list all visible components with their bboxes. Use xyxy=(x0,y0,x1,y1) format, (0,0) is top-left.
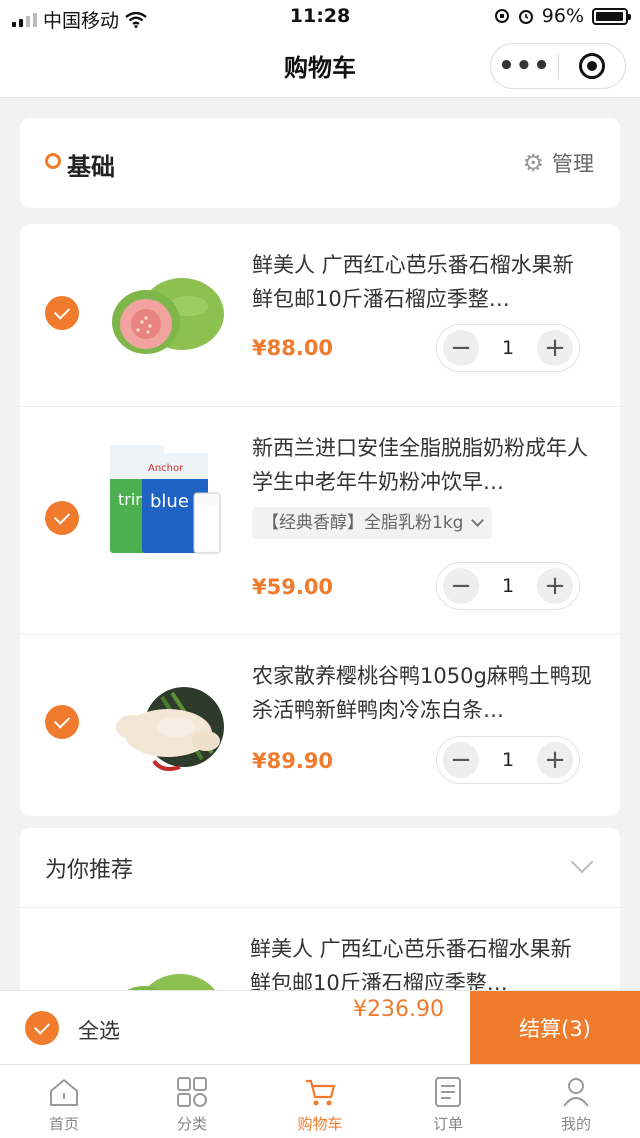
nav-bar: 购物车 ••• xyxy=(0,34,640,98)
manage-label: 管理 xyxy=(552,152,594,176)
tab-profile[interactable]: 我的 xyxy=(512,1065,640,1138)
item-title[interactable]: 新西兰进口安佳全脂脱脂奶粉成年人学生中老年牛奶粉冲饮早… xyxy=(252,431,592,499)
shop-header: 基础 ⚙ 管理 xyxy=(20,118,620,208)
manage-button[interactable]: ⚙ 管理 xyxy=(522,148,594,178)
select-all-label[interactable]: 全选 xyxy=(78,1015,120,1045)
checkout-bar: 全选 ¥236.90 结算(3) xyxy=(0,990,640,1065)
increment-button[interactable]: + xyxy=(537,568,573,604)
target-icon xyxy=(579,53,605,79)
item-price: ¥89.90 xyxy=(252,749,334,773)
mini-program-capsule: ••• xyxy=(490,43,626,89)
item-title[interactable]: 农家散养樱桃谷鸭1050g麻鸭土鸭现杀活鸭新鲜鸭肉冷冻白条… xyxy=(252,659,592,727)
quantity-value[interactable]: 1 xyxy=(502,749,514,771)
decrement-button[interactable]: − xyxy=(443,330,479,366)
gear-icon: ⚙ xyxy=(522,149,544,177)
item-price: ¥59.00 xyxy=(252,575,334,599)
close-button[interactable] xyxy=(559,53,625,79)
svg-text:blue: blue xyxy=(150,491,189,512)
alarm-icon xyxy=(518,10,533,24)
item-price: ¥88.00 xyxy=(252,336,334,360)
quantity-value[interactable]: 1 xyxy=(502,337,514,359)
recommend-header[interactable]: 为你推荐 xyxy=(20,828,620,908)
cart-items: 鲜美人 广西红心芭乐番石榴水果新鲜包邮10斤潘石榴应季整… ¥88.00 − 1… xyxy=(20,224,620,816)
tab-label: 订单 xyxy=(432,1115,463,1133)
select-all-checkbox[interactable] xyxy=(25,1011,59,1045)
cart-item: 农家散养樱桃谷鸭1050g麻鸭土鸭现杀活鸭新鲜鸭肉冷冻白条… ¥89.90 − … xyxy=(20,634,620,816)
item-title[interactable]: 鲜美人 广西红心芭乐番石榴水果新鲜包邮10斤潘石榴应季整… xyxy=(252,248,592,316)
profile-icon xyxy=(563,1078,589,1107)
item-checkbox[interactable] xyxy=(45,501,79,535)
item-checkbox[interactable] xyxy=(45,296,79,330)
tab-home[interactable]: 首页 xyxy=(0,1065,128,1138)
quantity-value[interactable]: 1 xyxy=(502,575,514,597)
recommend-title: 为你推荐 xyxy=(45,858,134,883)
tab-label: 我的 xyxy=(560,1115,591,1133)
battery-fill xyxy=(596,11,623,21)
tab-category[interactable]: 分类 xyxy=(128,1065,256,1138)
shop-name: 基础 xyxy=(67,153,115,181)
quantity-stepper: − 1 + xyxy=(436,562,580,610)
orientation-lock-icon xyxy=(494,9,509,23)
milk-powder-thumbnail[interactable]: trim Anchor blue xyxy=(102,435,230,563)
increment-button[interactable]: + xyxy=(537,330,573,366)
chevron-down-icon xyxy=(471,514,485,527)
cart-item: 鲜美人 广西红心芭乐番石榴水果新鲜包邮10斤潘石榴应季整… ¥88.00 − 1… xyxy=(20,224,620,406)
total-price: ¥236.90 xyxy=(353,997,444,1022)
sku-selector[interactable]: 【经典香醇】全脂乳粉1kg xyxy=(252,507,493,539)
cart-icon xyxy=(306,1079,336,1106)
checkout-button[interactable]: 结算(3) xyxy=(470,991,640,1065)
order-icon xyxy=(435,1077,461,1107)
status-bar: 中国移动 11:28 96% xyxy=(0,0,640,34)
more-button[interactable]: ••• xyxy=(491,43,558,89)
tab-label: 分类 xyxy=(176,1115,207,1133)
svg-text:Anchor: Anchor xyxy=(148,463,184,474)
tab-label: 购物车 xyxy=(297,1115,343,1133)
item-checkbox[interactable] xyxy=(45,705,79,739)
status-right: 96% xyxy=(494,5,631,27)
chevron-down-icon xyxy=(570,850,594,874)
duck-thumbnail[interactable] xyxy=(102,663,230,791)
tab-bar: 首页 分类 购物车 订单 我的 xyxy=(0,1064,640,1138)
quantity-stepper: − 1 + xyxy=(436,736,580,784)
tab-orders[interactable]: 订单 xyxy=(384,1065,512,1138)
battery-percent: 96% xyxy=(541,5,584,27)
shop-indicator-icon xyxy=(45,153,61,169)
guava-thumbnail[interactable] xyxy=(102,252,230,380)
battery-icon xyxy=(592,7,631,25)
tab-label: 首页 xyxy=(48,1115,79,1133)
tab-cart[interactable]: 购物车 xyxy=(256,1065,384,1138)
increment-button[interactable]: + xyxy=(537,742,573,778)
cart-item: trim Anchor blue 新西兰进口安佳全脂脱脂奶粉成年人学生中老年牛奶… xyxy=(20,406,620,634)
decrement-button[interactable]: − xyxy=(443,568,479,604)
sku-label: 【经典香醇】全脂乳粉1kg xyxy=(262,513,464,533)
home-icon xyxy=(50,1078,78,1106)
quantity-stepper: − 1 + xyxy=(436,324,580,372)
category-icon xyxy=(177,1077,207,1107)
decrement-button[interactable]: − xyxy=(443,742,479,778)
